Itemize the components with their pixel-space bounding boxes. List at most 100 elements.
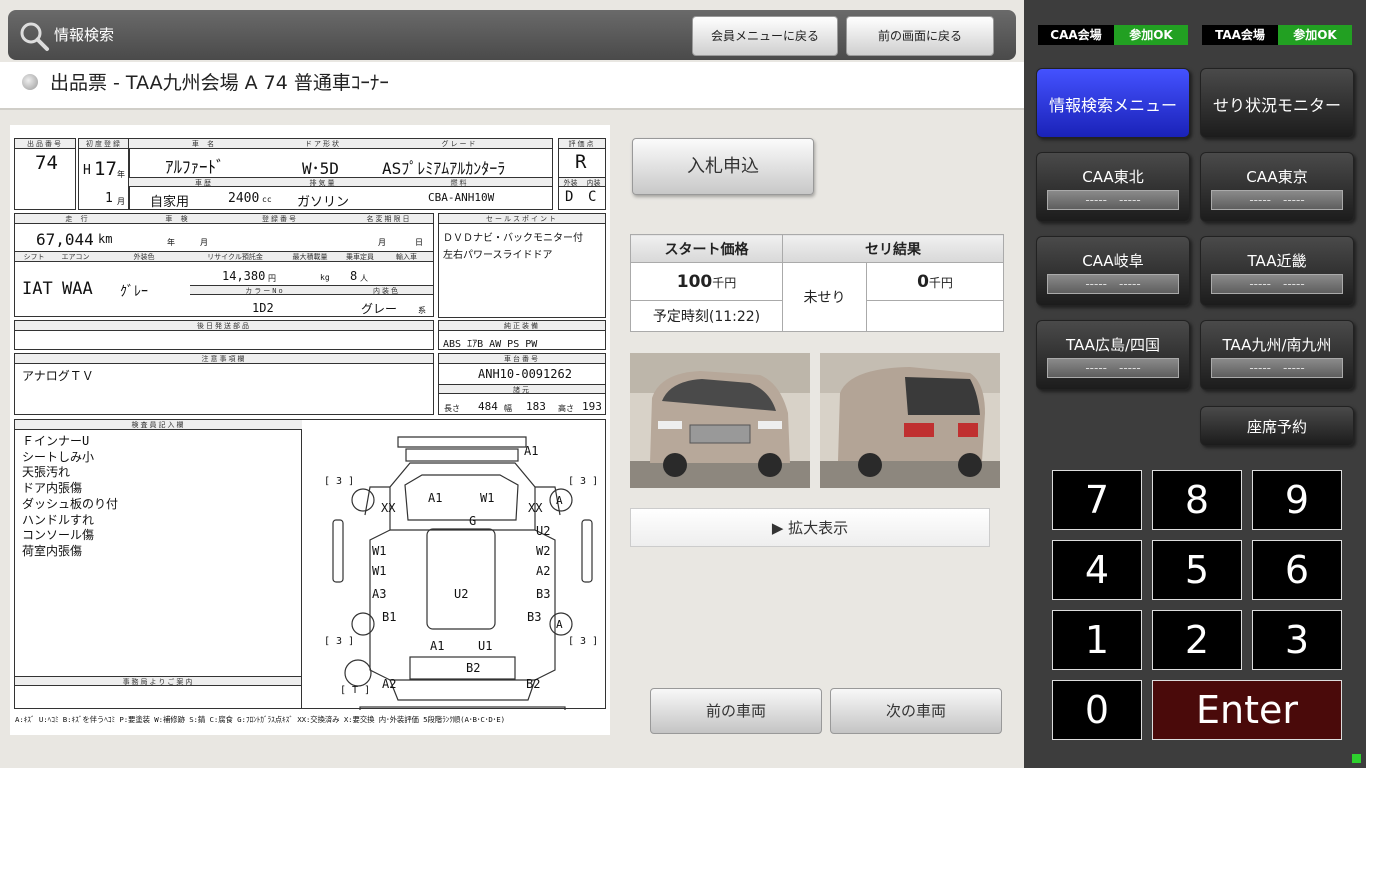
sales-label: セールスポイント	[439, 214, 605, 224]
shift-value: IAT	[22, 279, 53, 299]
seat-reserve-button[interactable]: 座席予約	[1200, 406, 1354, 446]
result-price-unit: 千円	[928, 275, 953, 290]
venue-button-caa-tohoku[interactable]: CAA東北 ----- -----	[1036, 152, 1190, 222]
next-car-button[interactable]: 次の車両	[830, 688, 1002, 734]
dmg-a3: A3	[372, 587, 386, 601]
inspector-label: 検査員記入欄	[15, 420, 302, 430]
cc-unit: cc	[262, 195, 272, 204]
zoom-button[interactable]: ▶ 拡大表示	[630, 508, 990, 547]
auction-sheet: 出品番号 74 初度登録 H 17 年 1 月 車 名 ドア形状 グレード ｱﾙ…	[10, 125, 610, 735]
enter-key[interactable]: Enter	[1152, 680, 1342, 740]
inspector-note-line: シートしみ小	[22, 449, 95, 464]
year-era: H	[83, 163, 91, 178]
dmg-bracket-3: [ 3 ]	[324, 636, 354, 647]
key-3[interactable]: 3	[1252, 610, 1342, 670]
door-type: W･5D	[302, 159, 339, 178]
caa-label: CAA会場	[1038, 25, 1114, 45]
dmg-a1-bottom: A1	[430, 639, 444, 653]
prev-car-button[interactable]: 前の車両	[650, 688, 822, 734]
name-change-label: 名変期限日	[345, 214, 433, 224]
venue-status: ----- -----	[1047, 274, 1179, 294]
back-button[interactable]: 前の画面に戻る	[846, 16, 994, 56]
info-search-menu-label: 情報検索メニュー	[1048, 96, 1177, 115]
ext-label: 外装	[559, 177, 582, 187]
caa-status-badge: 参加OK	[1114, 25, 1188, 45]
inspector-note-line: ドア内張傷	[22, 481, 83, 496]
dmg-b3-right: B3	[536, 587, 550, 601]
door-label: ドア形状	[279, 139, 367, 149]
key-1[interactable]: 1	[1052, 610, 1142, 670]
venue-button-caa-tokyo[interactable]: CAA東京 ----- -----	[1200, 152, 1354, 222]
width-label: 幅	[504, 404, 512, 413]
car-photo-rear[interactable]	[820, 353, 1000, 488]
fuel-value: ガソリン	[297, 195, 350, 210]
mileage-label: 走 行	[15, 214, 140, 224]
car-photo-front[interactable]	[630, 353, 810, 488]
legend-text: A:ｷｽﾞ U:ﾍｺﾐ B:ｷｽﾞを伴うﾍｺﾐ P:要塗装 W:補修跡 S:錆 …	[15, 715, 505, 724]
dmg-w1-l1: W1	[372, 544, 386, 558]
grade: ASﾌﾟﾚﾐｱﾑｱﾙｶﾝﾀｰﾗ	[382, 159, 506, 178]
chassis-value: ANH10-0091262	[478, 367, 572, 381]
inspector-note-line: コンソール傷	[22, 528, 95, 543]
history-label: 車歴	[129, 177, 279, 187]
insp-month-unit: 月	[200, 238, 208, 247]
key-9[interactable]: 9	[1252, 470, 1342, 530]
lot-label: 出品番号	[15, 139, 75, 149]
subtitle-bar: 出品票 - TAA九州会場 A 74 普通車ｺｰﾅｰ	[0, 62, 1024, 110]
first-reg-label: 初度登録	[79, 139, 129, 149]
dmg-t: [ T ]	[340, 685, 370, 696]
genuine-label: 純正装備	[439, 321, 605, 331]
car-damage-diagram: A1 A1 W1 XX XX G U2 W1 W1 W2 A2 U2 A3 B3…	[324, 436, 598, 710]
dmg-a2-bottom: A2	[382, 677, 396, 691]
venue-name: CAA東京	[1246, 168, 1308, 186]
dmg-bracket-2: [ 3 ]	[568, 476, 598, 487]
listing-subtitle: 出品票 - TAA九州会場 A 74 普通車ｺｰﾅｰ	[50, 72, 389, 94]
bid-button[interactable]: 入札申込	[632, 138, 814, 195]
key-6[interactable]: 6	[1252, 540, 1342, 600]
notes-value: アナログＴＶ	[22, 369, 94, 383]
nc-month-unit: 月	[378, 238, 386, 247]
dmg-bracket-4: [ 3 ]	[568, 636, 598, 647]
capacity-unit: 人	[360, 274, 368, 283]
name-label: 車 名	[129, 139, 279, 149]
first-reg-year: 17	[94, 158, 117, 180]
key-2[interactable]: 2	[1152, 610, 1242, 670]
max-load-label: 最大積載量	[280, 252, 340, 262]
model-code: CBA-ANH10W	[428, 191, 495, 204]
dmg-u2-center: U2	[454, 587, 468, 601]
venue-status: ----- -----	[1047, 190, 1179, 210]
key-5[interactable]: 5	[1152, 540, 1242, 600]
sales-point-2: 左右パワースライドドア	[443, 250, 553, 261]
venue-button-taa-kyushu[interactable]: TAA九州/南九州 ----- -----	[1200, 320, 1354, 390]
venue-name: TAA近畿	[1247, 252, 1307, 270]
seri-monitor-button[interactable]: せり状況モニター	[1200, 68, 1354, 138]
seat-reserve-label: 座席予約	[1246, 418, 1307, 436]
key-8[interactable]: 8	[1152, 470, 1242, 530]
key-7[interactable]: 7	[1052, 470, 1142, 530]
dmg-w2: W2	[536, 544, 550, 558]
key-0[interactable]: 0	[1052, 680, 1142, 740]
lot-number: 74	[35, 152, 58, 174]
plate-label: 登録番号	[215, 214, 345, 224]
recycle-unit: 円	[268, 274, 276, 283]
venue-button-taa-hiroshima[interactable]: TAA広島/四国 ----- -----	[1036, 320, 1190, 390]
member-menu-button[interactable]: 会員メニューに戻る	[692, 16, 838, 56]
info-search-menu-button[interactable]: 情報検索メニュー	[1036, 68, 1190, 138]
status-dot-icon	[22, 74, 38, 90]
nc-day-unit: 日	[415, 238, 423, 247]
notes-label: 注意事項欄	[15, 354, 433, 364]
venue-button-taa-kinki[interactable]: TAA近畿 ----- -----	[1200, 236, 1354, 306]
venue-button-caa-gifu[interactable]: CAA岐阜 ----- -----	[1036, 236, 1190, 306]
taa-label: TAA会場	[1202, 25, 1278, 45]
key-4[interactable]: 4	[1052, 540, 1142, 600]
first-reg-month: 1	[105, 191, 113, 206]
int-color-unit: 系	[418, 306, 426, 315]
history-value: 自家用	[150, 195, 190, 210]
recycle-label: リサイクル預託金	[190, 252, 280, 262]
recycle-value: 14,380	[222, 269, 266, 283]
cc-label: 排気量	[279, 177, 367, 187]
dmg-b2-bottom: B2	[526, 677, 540, 691]
month-unit: 月	[117, 197, 125, 206]
dims-label: 諸元	[439, 384, 605, 394]
dmg-a1-left: A1	[428, 491, 442, 505]
